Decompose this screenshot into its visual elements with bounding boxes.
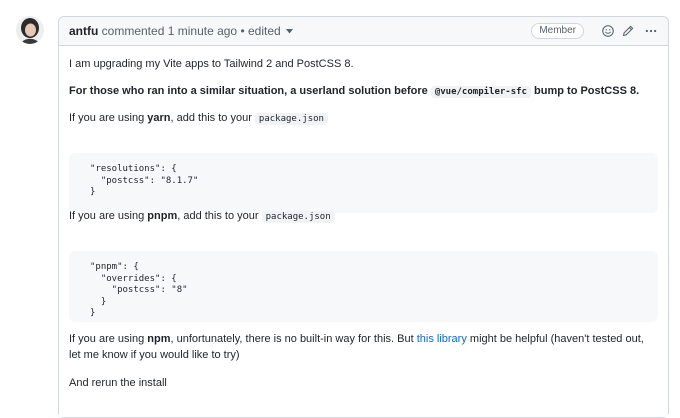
avatar[interactable]	[16, 16, 44, 44]
code-line: }	[90, 308, 96, 318]
code-line: "pnpm": {	[90, 262, 139, 272]
code-line: }	[90, 296, 107, 307]
npm-text: If you are using	[69, 333, 148, 345]
yarn-text: If you are using	[69, 112, 148, 124]
edited-label: edited	[248, 24, 281, 38]
npm-bold: npm	[147, 333, 171, 345]
inline-code-compiler-sfc: @vue/compiler-sfc	[430, 86, 531, 98]
edited-dropdown[interactable]: edited	[248, 24, 293, 38]
code-line: "postcss": "8"	[90, 285, 188, 295]
inline-code-package-json: package.json	[261, 211, 335, 223]
code-block-pnpm: "pnpm": { "overrides": { "postcss": "8" …	[69, 251, 658, 322]
paragraph-intro: I am upgrading my Vite apps to Tailwind …	[69, 58, 354, 70]
inline-code-package-json: package.json	[254, 113, 328, 125]
paragraph-npm: If you are using npm, unfortunately, the…	[69, 331, 658, 363]
paragraph-pnpm: If you are using pnpm, add this to your …	[69, 208, 335, 225]
comment-header: antfu commented 1 minute ago • edited Me…	[59, 17, 668, 46]
paragraph-yarn: If you are using yarn, add this to your …	[69, 110, 328, 127]
kebab-horizontal-icon[interactable]	[644, 25, 658, 37]
comment-action: commented	[101, 24, 165, 38]
npm-text-mid: , unfortunately, there is no built-in wa…	[170, 333, 417, 345]
code-line: "overrides": {	[90, 273, 177, 284]
comment-meta: antfu commented 1 minute ago • edited	[69, 24, 293, 38]
comment-time[interactable]: 1 minute ago	[168, 24, 237, 38]
solution-text-end: bump to PostCSS 8.	[534, 85, 640, 97]
yarn-bold: yarn	[147, 112, 171, 124]
triangle-down-icon	[285, 29, 293, 34]
role-badge: Member	[531, 23, 584, 39]
paragraph-solution: For those who ran into a similar situati…	[69, 83, 639, 100]
author-link[interactable]: antfu	[69, 24, 98, 38]
pencil-icon[interactable]	[622, 25, 634, 37]
code-line: }	[90, 187, 96, 197]
yarn-text-mid: , add this to your	[170, 112, 252, 124]
overflow-fade	[59, 397, 668, 417]
pnpm-text-mid: , add this to your	[177, 210, 259, 222]
solution-text: For those who ran into a similar situati…	[69, 85, 428, 97]
pnpm-bold: pnpm	[147, 210, 178, 222]
comment-container: antfu commented 1 minute ago • edited Me…	[58, 16, 669, 418]
smiley-icon[interactable]	[602, 25, 614, 37]
code-line: "postcss": "8.1.7"	[90, 175, 199, 186]
paragraph-rerun: And rerun the install	[69, 377, 167, 389]
code-line: "resolutions": {	[90, 164, 177, 174]
code-block-yarn: "resolutions": { "postcss": "8.1.7" }	[69, 153, 658, 213]
pnpm-text: If you are using	[69, 210, 148, 222]
library-link[interactable]: this library	[417, 333, 467, 345]
separator: •	[240, 24, 245, 38]
